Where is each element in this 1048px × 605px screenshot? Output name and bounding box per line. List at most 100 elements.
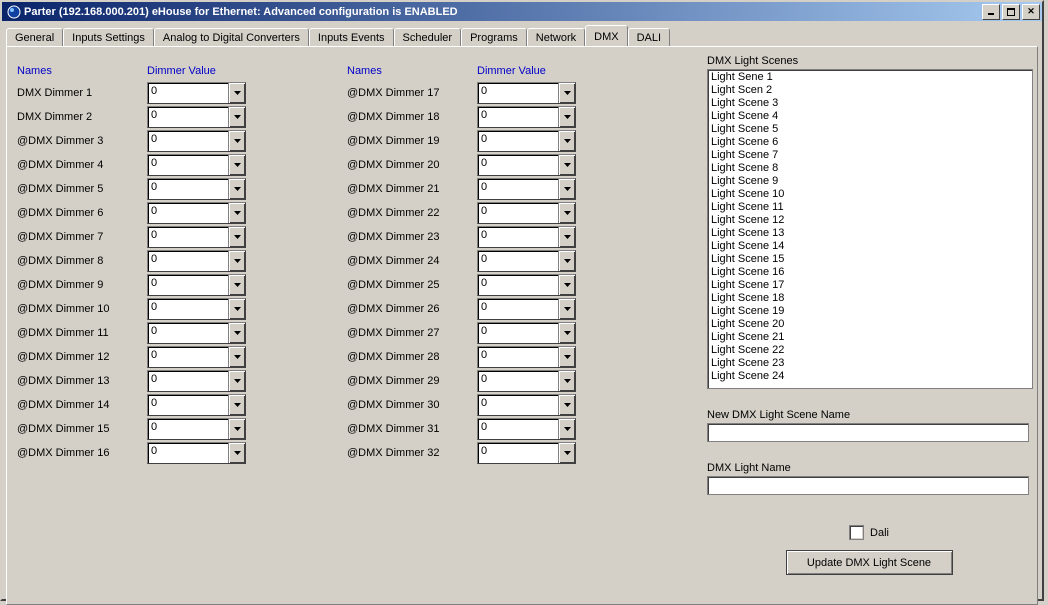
dimmer-value-select[interactable]: 0 [477,82,576,104]
dimmer-value-select[interactable]: 0 [147,202,246,224]
scene-item[interactable]: Light Scene 5 [709,123,1031,136]
dimmer-value-select[interactable]: 0 [477,442,576,464]
dimmer-value-select[interactable]: 0 [477,202,576,224]
chevron-down-icon[interactable] [228,131,245,151]
dimmer-value-select[interactable]: 0 [477,370,576,392]
chevron-down-icon[interactable] [558,395,575,415]
dimmer-value-select[interactable]: 0 [477,178,576,200]
scenes-listbox[interactable]: Light Sene 1Light Scen 2Light Scene 3Lig… [707,69,1033,389]
scene-item[interactable]: Light Scene 15 [709,253,1031,266]
chevron-down-icon[interactable] [228,395,245,415]
scene-item[interactable]: Light Scene 23 [709,357,1031,370]
chevron-down-icon[interactable] [558,299,575,319]
new-scene-input[interactable] [707,423,1029,442]
dimmer-value-select[interactable]: 0 [147,82,246,104]
scene-item[interactable]: Light Scene 21 [709,331,1031,344]
chevron-down-icon[interactable] [228,83,245,103]
dimmer-value-select[interactable]: 0 [147,106,246,128]
chevron-down-icon[interactable] [558,371,575,391]
dimmer-value-select[interactable]: 0 [147,442,246,464]
dimmer-value-select[interactable]: 0 [147,154,246,176]
tab-programs[interactable]: Programs [461,28,527,47]
chevron-down-icon[interactable] [228,179,245,199]
close-button[interactable]: ✕ [1022,4,1040,20]
update-scene-button[interactable]: Update DMX Light Scene [786,550,953,575]
chevron-down-icon[interactable] [228,323,245,343]
chevron-down-icon[interactable] [228,227,245,247]
chevron-down-icon[interactable] [558,155,575,175]
chevron-down-icon[interactable] [228,155,245,175]
dimmer-value-select[interactable]: 0 [147,178,246,200]
dimmer-value-select[interactable]: 0 [147,226,246,248]
scene-item[interactable]: Light Scene 9 [709,175,1031,188]
chevron-down-icon[interactable] [228,299,245,319]
chevron-down-icon[interactable] [558,107,575,127]
scene-item[interactable]: Light Scene 4 [709,110,1031,123]
dimmer-value-select[interactable]: 0 [477,250,576,272]
chevron-down-icon[interactable] [228,419,245,439]
scene-item[interactable]: Light Sene 1 [709,71,1031,84]
scene-item[interactable]: Light Scene 14 [709,240,1031,253]
chevron-down-icon[interactable] [558,443,575,463]
scene-item[interactable]: Light Scene 12 [709,214,1031,227]
scene-item[interactable]: Light Scene 22 [709,344,1031,357]
scene-item[interactable]: Light Scene 13 [709,227,1031,240]
dimmer-value-select[interactable]: 0 [477,130,576,152]
tab-inputs-settings[interactable]: Inputs Settings [63,28,154,47]
scene-item[interactable]: Light Scene 7 [709,149,1031,162]
chevron-down-icon[interactable] [228,203,245,223]
tab-scheduler[interactable]: Scheduler [394,28,462,47]
scene-item[interactable]: Light Scene 10 [709,188,1031,201]
tab-network[interactable]: Network [527,28,585,47]
chevron-down-icon[interactable] [228,251,245,271]
dimmer-value-select[interactable]: 0 [477,394,576,416]
tab-dali[interactable]: DALI [628,28,670,47]
dimmer-value-select[interactable]: 0 [477,346,576,368]
chevron-down-icon[interactable] [228,347,245,367]
chevron-down-icon[interactable] [558,419,575,439]
dimmer-value-select[interactable]: 0 [147,370,246,392]
scene-item[interactable]: Light Scene 3 [709,97,1031,110]
dimmer-value-select[interactable]: 0 [147,298,246,320]
tab-analog-to-digital-converters[interactable]: Analog to Digital Converters [154,28,309,47]
chevron-down-icon[interactable] [558,251,575,271]
dimmer-value-select[interactable]: 0 [477,274,576,296]
chevron-down-icon[interactable] [558,275,575,295]
tab-inputs-events[interactable]: Inputs Events [309,28,394,47]
dimmer-value-select[interactable]: 0 [147,418,246,440]
scene-item[interactable]: Light Scene 11 [709,201,1031,214]
scene-item[interactable]: Light Scene 17 [709,279,1031,292]
chevron-down-icon[interactable] [558,203,575,223]
chevron-down-icon[interactable] [228,443,245,463]
dimmer-value-select[interactable]: 0 [477,154,576,176]
minimize-button[interactable] [982,4,1000,20]
tab-general[interactable]: General [6,28,63,47]
dimmer-value-select[interactable]: 0 [147,250,246,272]
light-name-input[interactable] [707,476,1029,495]
dimmer-value-select[interactable]: 0 [147,130,246,152]
dimmer-value-select[interactable]: 0 [477,418,576,440]
dimmer-value-select[interactable]: 0 [477,298,576,320]
scene-item[interactable]: Light Scene 18 [709,292,1031,305]
dimmer-value-select[interactable]: 0 [147,346,246,368]
scene-item[interactable]: Light Scene 20 [709,318,1031,331]
dali-checkbox[interactable] [849,525,864,540]
dimmer-value-select[interactable]: 0 [477,226,576,248]
tab-dmx[interactable]: DMX [585,25,627,46]
scene-item[interactable]: Light Scene 16 [709,266,1031,279]
chevron-down-icon[interactable] [558,323,575,343]
scene-item[interactable]: Light Scene 19 [709,305,1031,318]
maximize-button[interactable] [1002,4,1020,20]
dimmer-value-select[interactable]: 0 [477,322,576,344]
chevron-down-icon[interactable] [558,227,575,247]
scene-item[interactable]: Light Scen 2 [709,84,1031,97]
chevron-down-icon[interactable] [228,107,245,127]
chevron-down-icon[interactable] [558,179,575,199]
chevron-down-icon[interactable] [228,371,245,391]
dimmer-value-select[interactable]: 0 [147,322,246,344]
scene-item[interactable]: Light Scene 6 [709,136,1031,149]
dimmer-value-select[interactable]: 0 [147,274,246,296]
chevron-down-icon[interactable] [558,347,575,367]
scene-item[interactable]: Light Scene 24 [709,370,1031,383]
chevron-down-icon[interactable] [558,83,575,103]
